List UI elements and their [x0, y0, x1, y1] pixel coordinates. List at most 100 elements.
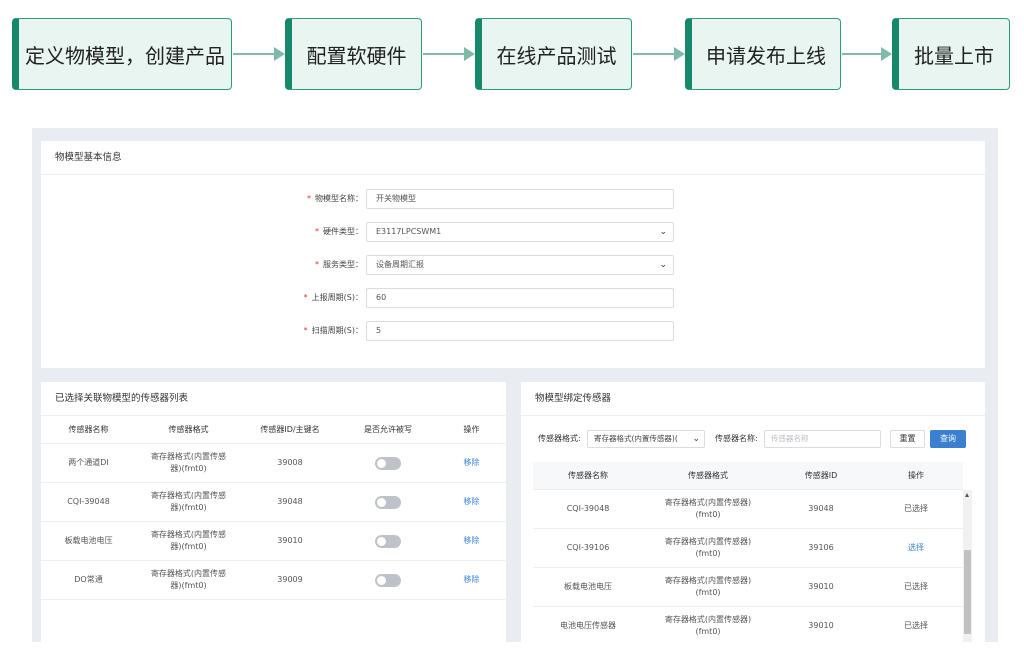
- sensor-format: 寄存器格式(内置传感器)(fmt0): [664, 576, 752, 597]
- sensor-format: 寄存器格式(内置传感器)(fmt0): [150, 530, 227, 551]
- hardware-type-label: * 硬件类型：: [315, 227, 363, 236]
- sensor-format: 寄存器格式(内置传感器)(fmt0): [150, 569, 227, 590]
- writable-toggle[interactable]: [375, 495, 401, 509]
- column-header: 传感器名称: [568, 470, 608, 480]
- table-row: 板载电池电压 寄存器格式(内置传感器)(fmt0) 39010 已选择: [533, 568, 963, 607]
- flow-step-apply-release: 申请发布上线: [685, 18, 841, 90]
- required-mark-icon: *: [315, 260, 319, 269]
- sensor-name: CQI-39048: [67, 497, 110, 506]
- sensor-id: 39048: [277, 497, 303, 506]
- sensor-name-filter-input[interactable]: 传感器名称: [764, 430, 881, 448]
- selected-sensors-panel: 已选择关联物模型的传感器列表 传感器名称 传感器格式 传感器ID/主键名 是否允…: [41, 382, 506, 642]
- required-mark-icon: *: [315, 227, 319, 236]
- scroll-up-icon[interactable]: [965, 493, 969, 497]
- form-row-service-type: * 服务类型： 设备周期汇报 ⌄: [41, 255, 985, 275]
- remove-link[interactable]: 移除: [437, 561, 506, 599]
- column-header: 是否允许被写: [364, 424, 412, 434]
- sensor-id: 39009: [277, 575, 303, 584]
- chevron-down-icon: ⌄: [659, 227, 667, 237]
- process-flow: 定义物模型，创建产品 配置软硬件 在线产品测试 申请发布上线 批量上市: [0, 0, 1024, 100]
- bind-sensors-table-wrap: 传感器名称 传感器格式 传感器ID 操作 CQI-39048 寄存器格式(内置传…: [533, 462, 972, 642]
- writable-toggle[interactable]: [375, 573, 401, 587]
- search-button[interactable]: 查询: [930, 430, 966, 448]
- table-header: 传感器名称 传感器格式 传感器ID 操作: [533, 462, 963, 490]
- remove-link[interactable]: 移除: [437, 444, 506, 482]
- model-name-label: * 物模型名称：: [307, 194, 363, 203]
- chevron-down-icon: ⌄: [692, 434, 700, 444]
- reset-button[interactable]: 重置: [890, 430, 925, 448]
- bind-sensors-table: 传感器名称 传感器格式 传感器ID 操作 CQI-39048 寄存器格式(内置传…: [533, 462, 963, 642]
- sensor-name: CQI-39048: [566, 504, 610, 513]
- model-name-input[interactable]: 开关物模型: [366, 189, 674, 209]
- flow-step-mass-launch: 批量上市: [892, 18, 1010, 90]
- selected-status: 已选择: [904, 504, 928, 513]
- flow-step-online-test: 在线产品测试: [475, 18, 632, 90]
- basic-info-panel: 物模型基本信息 * 物模型名称： 开关物模型 * 硬件类型： E3117LPCSWM…: [41, 141, 985, 368]
- remove-link[interactable]: 移除: [437, 483, 506, 521]
- form-row-hardware-type: * 硬件类型： E3117LPCSWM1 ⌄: [41, 222, 985, 242]
- remove-link[interactable]: 移除: [437, 522, 506, 560]
- table-header: 传感器名称 传感器格式 传感器ID/主键名 是否允许被写 操作: [41, 416, 506, 444]
- table-row: CQI-39106 寄存器格式(内置传感器)(fmt0) 39106 选择: [533, 529, 963, 568]
- table-scrollbar[interactable]: [963, 490, 972, 642]
- scan-period-label: * 扫描周期(S)：: [303, 326, 363, 335]
- column-header: 传感器格式: [688, 470, 728, 480]
- table-row: CQI-39048 寄存器格式(内置传感器)(fmt0) 39048 已选择: [533, 490, 963, 529]
- sensor-id: 39010: [277, 536, 303, 545]
- column-header: 传感器ID: [804, 470, 838, 480]
- dashboard-frame: 物模型基本信息 * 物模型名称： 开关物模型 * 硬件类型： E3117LPCSWM…: [32, 128, 998, 642]
- sensor-name-filter-label: 传感器名称:: [715, 434, 758, 443]
- column-header: 传感器格式: [168, 424, 209, 434]
- sensor-format: 寄存器格式(内置传感器)(fmt0): [664, 615, 752, 636]
- writable-toggle-cell: [339, 522, 437, 560]
- sensor-name: 板载电池电压: [564, 582, 612, 591]
- bind-sensors-title: 物模型绑定传感器: [521, 382, 985, 416]
- selected-status: 已选择: [904, 621, 928, 630]
- sensor-name: 板载电池电压: [64, 536, 113, 545]
- writable-toggle[interactable]: [375, 456, 401, 470]
- sensor-id: 39010: [808, 621, 834, 630]
- sensor-format: 寄存器格式(内置传感器)(fmt0): [664, 498, 752, 519]
- sensor-format-filter-label: 传感器格式:: [538, 434, 581, 443]
- writable-toggle-cell: [339, 483, 437, 521]
- flow-arrow-icon: [423, 47, 475, 61]
- select-link[interactable]: 选择: [869, 529, 963, 567]
- service-type-label: * 服务类型：: [315, 260, 363, 269]
- sensor-id: 39010: [808, 582, 834, 591]
- writable-toggle-cell: [339, 444, 437, 482]
- report-period-label: * 上报周期(S)：: [303, 293, 363, 302]
- sensor-name: 电池电压传感器: [560, 621, 616, 630]
- sensor-name: 两个通道DI: [68, 458, 109, 467]
- flow-step-configure: 配置软硬件: [285, 18, 422, 90]
- required-mark-icon: *: [303, 326, 308, 335]
- table-row: 两个通道DI 寄存器格式(内置传感器)(fmt0) 39008 移除: [41, 444, 506, 483]
- sensor-format: 寄存器格式(内置传感器)(fmt0): [150, 452, 227, 473]
- sensor-format-filter-select[interactable]: 寄存器格式(内置传感器)( ⌄: [587, 430, 705, 448]
- column-header: 操作: [463, 424, 480, 434]
- table-row: DO常通 寄存器格式(内置传感器)(fmt0) 39009 移除: [41, 561, 506, 600]
- hardware-type-select[interactable]: E3117LPCSWM1 ⌄: [366, 222, 674, 242]
- form-row-model-name: * 物模型名称： 开关物模型: [41, 189, 985, 209]
- column-header: 传感器ID/主键名: [260, 424, 320, 434]
- writable-toggle-cell: [339, 561, 437, 599]
- flow-arrow-icon: [842, 47, 892, 61]
- flow-arrow-icon: [233, 47, 285, 61]
- scan-period-input[interactable]: 5: [366, 321, 674, 341]
- report-period-input[interactable]: 60: [366, 288, 674, 308]
- required-mark-icon: *: [303, 293, 308, 302]
- form-row-report-period: * 上报周期(S)： 60: [41, 288, 985, 308]
- form-row-scan-period: * 扫描周期(S)： 5: [41, 321, 985, 341]
- scroll-thumb[interactable]: [964, 550, 971, 634]
- flow-arrow-icon: [633, 47, 685, 61]
- writable-toggle[interactable]: [375, 534, 401, 548]
- service-type-select[interactable]: 设备周期汇报 ⌄: [366, 255, 674, 275]
- sensor-name: CQI-39106: [566, 543, 610, 552]
- sensor-id: 39048: [808, 504, 834, 513]
- table-row: 电池电压传感器 寄存器格式(内置传感器)(fmt0) 39010 已选择: [533, 607, 963, 642]
- sensor-name: DO常通: [74, 575, 103, 584]
- selected-sensors-title: 已选择关联物模型的传感器列表: [41, 382, 506, 416]
- basic-info-title: 物模型基本信息: [41, 141, 985, 175]
- required-mark-icon: *: [307, 194, 311, 203]
- selected-sensors-table: 传感器名称 传感器格式 传感器ID/主键名 是否允许被写 操作 两个通道DI 寄…: [41, 416, 506, 600]
- selected-status: 已选择: [904, 582, 928, 591]
